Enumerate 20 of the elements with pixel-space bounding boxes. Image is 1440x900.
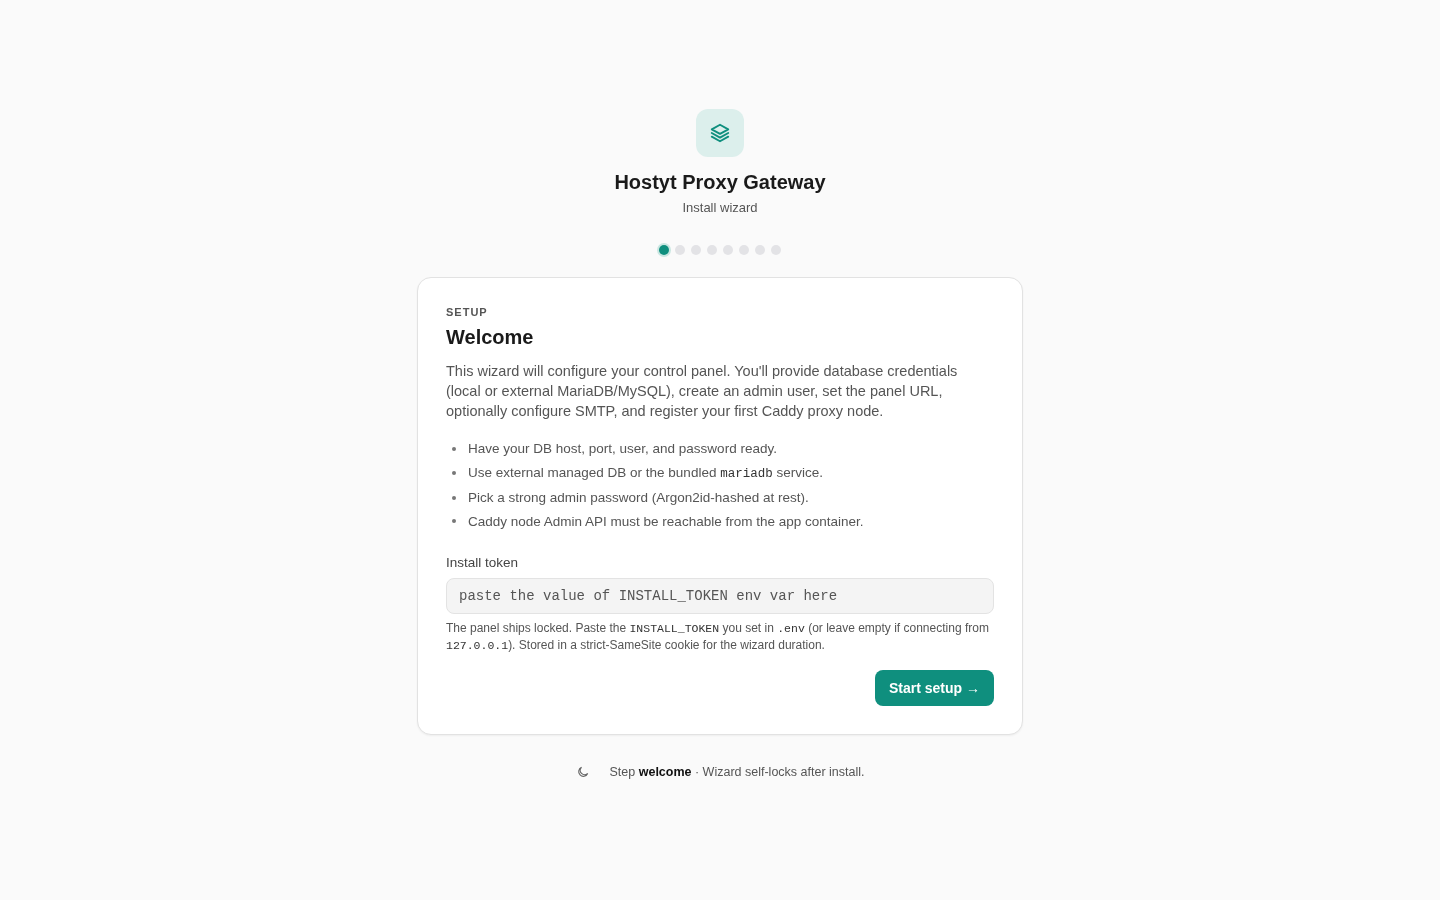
token-field[interactable]: paste the value of INSTALL_TOKEN env var here [446, 578, 994, 614]
bullet-icon [452, 519, 456, 524]
list-item: Caddy node Admin API must be reachable from the app container. [468, 512, 864, 531]
bullet-icon [452, 495, 456, 500]
card-heading: Welcome [446, 326, 535, 349]
bullet-icon [452, 446, 456, 451]
app-subtitle: Install wizard [682, 200, 758, 215]
list-item: Use external managed DB or the bundled mariadb service. [468, 463, 823, 483]
start-setup-button[interactable]: Start setup → [875, 670, 994, 706]
moon-icon[interactable] [575, 765, 590, 779]
list-item: Pick a strong admin password (Argon2id-hashed at rest). [468, 489, 809, 507]
bullet-icon [452, 471, 456, 476]
intro-paragraph: This wizard will configure your control panel. You'll provide database credentials (local or external MariaDB/MySQL), create an admin user, set the panel URL, optionally configure SMTP, and register your first Caddy proxy node. [446, 362, 959, 421]
app-title: Hostyt Proxy Gateway [614, 171, 826, 194]
help-text: The panel ships locked. Paste the INSTALL_TOKEN you set in .env (or leave empty if connecting from 127.0.0.1). Stored in a strict-SameSite cookie for the wizard duration. [446, 620, 990, 654]
footer-text: Step welcome · Wizard self-locks after install. [609, 765, 865, 779]
section-label: SETUP [446, 306, 489, 318]
field-label: Install token [446, 555, 520, 570]
list-item: Have your DB host, port, user, and password ready. [468, 440, 777, 458]
layers-icon [709, 122, 731, 144]
